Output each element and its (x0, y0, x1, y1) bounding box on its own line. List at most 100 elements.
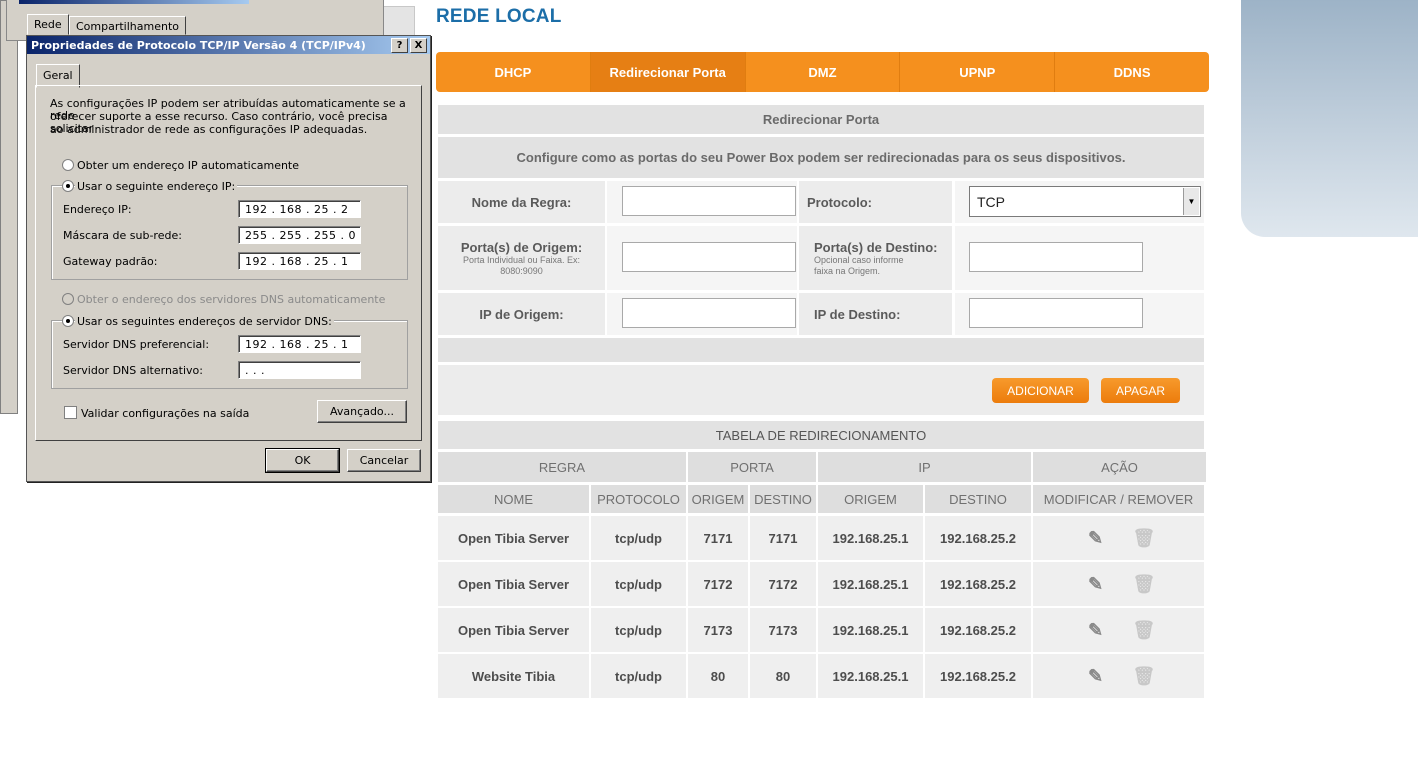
buttons-row (438, 365, 1204, 415)
cell-protocolo: tcp/udp (591, 516, 686, 560)
spacer-bar (438, 338, 1204, 362)
alternate-dns-label: Servidor DNS alternativo: (63, 364, 203, 377)
alternate-dns-field[interactable]: . . . (238, 361, 361, 379)
src-port-input[interactable] (622, 242, 796, 272)
pencil-icon[interactable]: ✎ (1087, 528, 1105, 548)
group-header-porta: PORTA (688, 452, 816, 482)
header-porta-origem: ORIGEM (688, 485, 748, 513)
preferred-dns-label: Servidor DNS preferencial: (63, 338, 210, 351)
cell-ip-destino: 192.168.25.2 (925, 516, 1031, 560)
delete-button[interactable]: APAGAR (1101, 378, 1180, 403)
trash-icon[interactable]: 🗑 (1133, 666, 1156, 686)
header-acao: MODIFICAR / REMOVER (1033, 485, 1204, 513)
tcpip-properties-dialog: Propriedades de Protocolo TCP/IP Versão … (26, 35, 431, 482)
pencil-icon[interactable]: ✎ (1087, 620, 1105, 640)
tab-ddns[interactable]: DDNS (1055, 52, 1209, 92)
cell-ip-origem: 192.168.25.1 (818, 516, 923, 560)
auto-ip-radio[interactable] (62, 159, 74, 171)
cell-porta-origem: 7171 (688, 516, 748, 560)
cell-porta-destino: 7171 (750, 516, 816, 560)
header-ip-origem: ORIGEM (818, 485, 923, 513)
cell-porta-origem: 7173 (688, 608, 748, 652)
manual-ip-radio[interactable] (62, 180, 74, 192)
auto-dns-label: Obter o endereço dos servidores DNS auto… (77, 293, 386, 306)
trash-icon[interactable]: 🗑 (1133, 620, 1156, 640)
tab-bar: DHCP Redirecionar Porta DMZ UPNP DDNS (436, 52, 1209, 92)
cell-nome: Open Tibia Server (438, 608, 589, 652)
src-ip-input[interactable] (622, 298, 796, 328)
pencil-icon[interactable]: ✎ (1087, 666, 1105, 686)
dst-port-input[interactable] (969, 242, 1143, 272)
section-description: Configure como as portas do seu Power Bo… (438, 137, 1204, 178)
src-port-hint: Porta Individual ou Faixa. Ex: 8080:9090 (462, 254, 581, 276)
cell-protocolo: tcp/udp (591, 654, 686, 698)
rule-name-input[interactable] (622, 186, 796, 216)
cell-protocolo: tcp/udp (591, 562, 686, 606)
preferred-dns-field[interactable]: 192 . 168 . 25 . 1 (238, 335, 361, 353)
trash-icon[interactable]: 🗑 (1133, 574, 1156, 594)
cell-ip-origem: 192.168.25.1 (818, 608, 923, 652)
cell-porta-destino: 80 (750, 654, 816, 698)
header-porta-destino: DESTINO (750, 485, 816, 513)
tab-redirecionar-porta[interactable]: Redirecionar Porta (590, 52, 746, 92)
gateway-field[interactable]: 192 . 168 . 25 . 1 (238, 252, 361, 270)
cancel-button[interactable]: Cancelar (347, 449, 421, 472)
cell-ip-destino: 192.168.25.2 (925, 654, 1031, 698)
cell-nome: Open Tibia Server (438, 516, 589, 560)
chevron-down-icon[interactable]: ▼ (1183, 188, 1199, 215)
header-nome: NOME (438, 485, 589, 513)
cell-acao: ✎ 🗑 (1033, 654, 1204, 698)
validate-checkbox[interactable] (64, 406, 77, 419)
cell-porta-origem: 80 (688, 654, 748, 698)
general-panel: As configurações IP podem ser atribuídas… (35, 85, 422, 441)
group-header-acao: AÇÃO (1033, 452, 1206, 482)
cell-ip-destino: 192.168.25.2 (925, 608, 1031, 652)
cell-porta-destino: 7173 (750, 608, 816, 652)
ip-address-label: Endereço IP: (63, 203, 132, 216)
auto-ip-label: Obter um endereço IP automaticamente (77, 159, 300, 172)
pencil-icon[interactable]: ✎ (1087, 574, 1105, 594)
advanced-button[interactable]: Avançado... (317, 400, 407, 423)
background-window-stack (0, 0, 18, 414)
tab-rede[interactable]: Rede (27, 14, 69, 35)
protocol-select[interactable]: TCP ▼ (969, 186, 1201, 217)
src-ip-label: IP de Origem: (438, 293, 605, 335)
auto-dns-radio[interactable] (62, 293, 74, 305)
cell-ip-origem: 192.168.25.1 (818, 654, 923, 698)
manual-dns-radio[interactable] (62, 315, 74, 327)
cell-acao: ✎ 🗑 (1033, 562, 1204, 606)
add-button[interactable]: ADICIONAR (992, 378, 1089, 403)
rule-name-label: Nome da Regra: (438, 181, 605, 223)
group-header-regra: REGRA (438, 452, 686, 482)
dialog-title-bar: Propriedades de Protocolo TCP/IP Versão … (27, 36, 430, 54)
table-title: TABELA DE REDIRECIONAMENTO (438, 421, 1204, 449)
dst-ip-label: IP de Destino: (799, 293, 952, 335)
trash-icon[interactable]: 🗑 (1133, 528, 1156, 548)
subnet-mask-field[interactable]: 255 . 255 . 255 . 0 (238, 226, 361, 244)
tab-compartilhamento[interactable]: Compartilhamento (69, 16, 187, 35)
header-ip-destino: DESTINO (925, 485, 1031, 513)
close-button[interactable]: X (410, 38, 427, 53)
help-button[interactable]: ? (391, 38, 408, 53)
ok-button[interactable]: OK (265, 448, 340, 473)
src-port-label: Porta(s) de Origem: Porta Individual ou … (438, 226, 605, 290)
intro-line-3: ao administrador de rede as configuraçõe… (50, 123, 368, 136)
ip-address-field[interactable]: 192 . 168 . 25 . 2 (238, 200, 361, 218)
page-title: REDE LOCAL (436, 6, 562, 27)
validate-label: Validar configurações na saída (81, 407, 250, 420)
tab-dhcp[interactable]: DHCP (436, 52, 591, 92)
dst-port-hint: Opcional caso informe faixa na Origem. (814, 254, 904, 276)
cell-protocolo: tcp/udp (591, 608, 686, 652)
cell-ip-destino: 192.168.25.2 (925, 562, 1031, 606)
section-title: Redirecionar Porta (438, 105, 1204, 134)
background-window-edge (382, 6, 415, 36)
dst-ip-input[interactable] (969, 298, 1143, 328)
tab-upnp[interactable]: UPNP (900, 52, 1056, 92)
cell-nome: Open Tibia Server (438, 562, 589, 606)
decorative-panel (1241, 0, 1418, 237)
manual-ip-label: Usar o seguinte endereço IP: (75, 180, 238, 193)
dialog-title: Propriedades de Protocolo TCP/IP Versão … (31, 38, 366, 52)
tab-dmz[interactable]: DMZ (746, 52, 901, 92)
cell-nome: Website Tibia (438, 654, 589, 698)
header-protocolo: PROTOCOLO (591, 485, 686, 513)
